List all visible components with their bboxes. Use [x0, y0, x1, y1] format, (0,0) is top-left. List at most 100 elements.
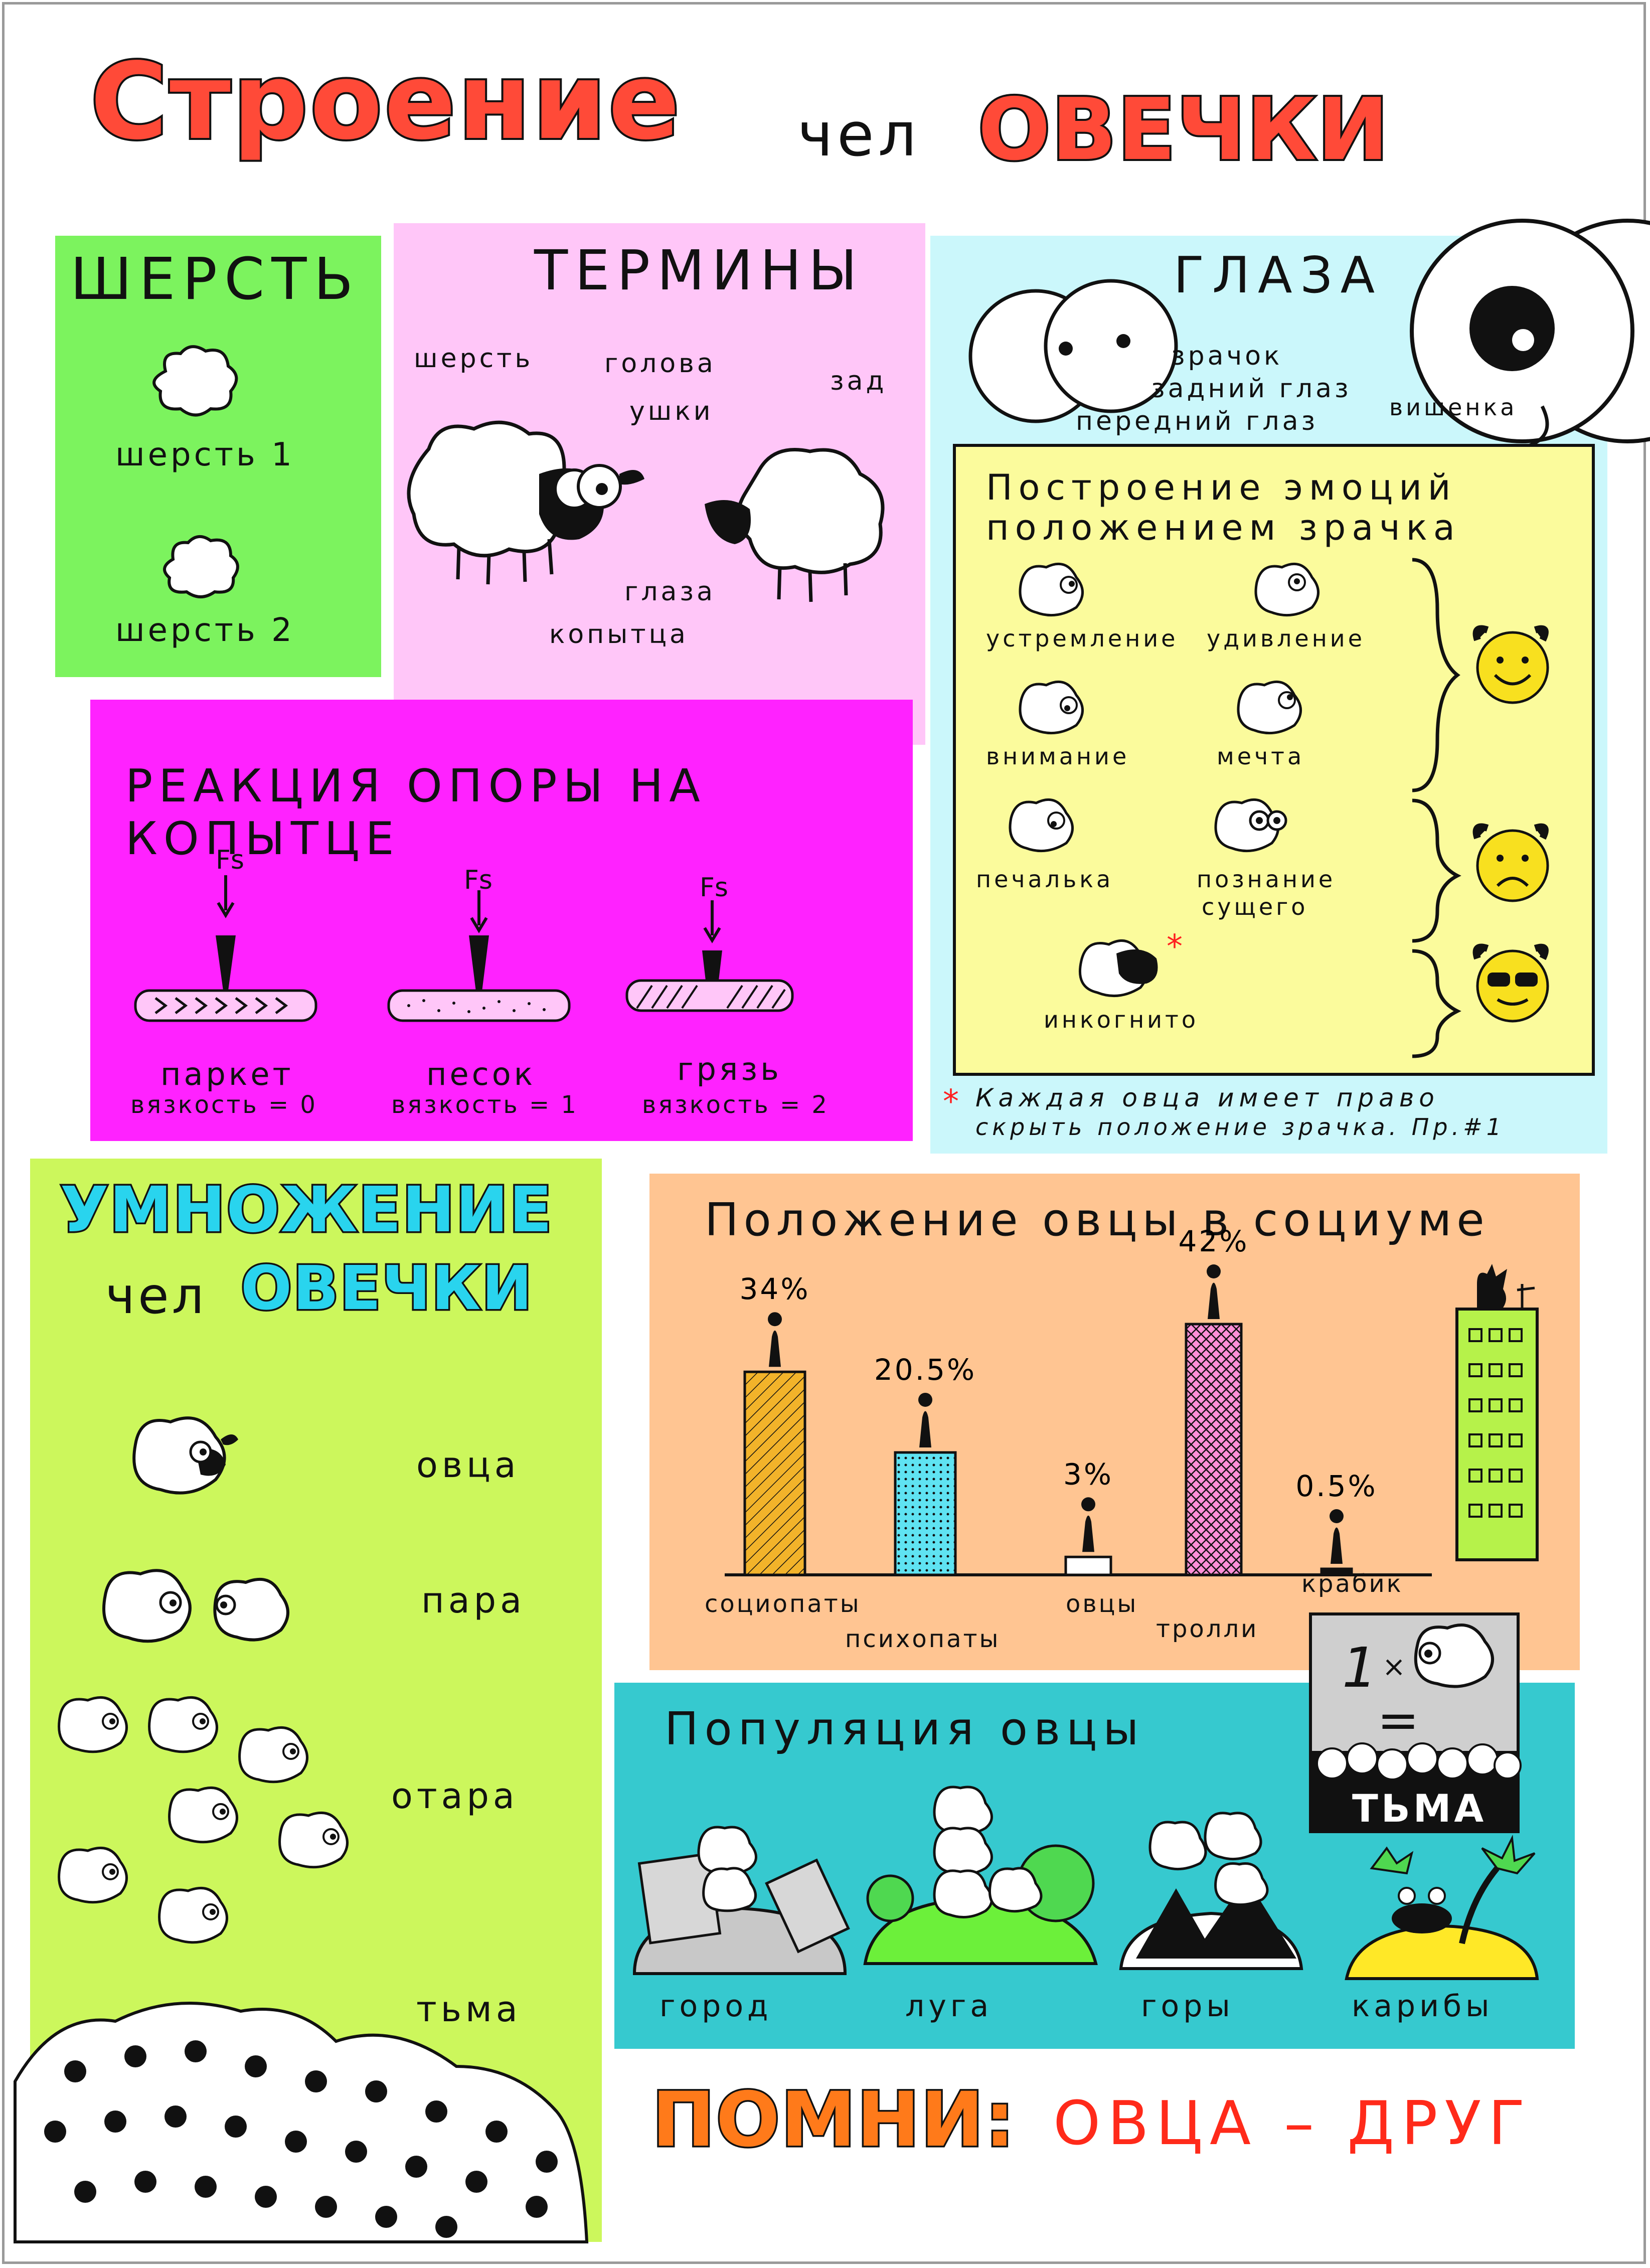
equation-times: ×: [1382, 1651, 1406, 1683]
multiply-label-3: отара: [391, 1775, 519, 1817]
emotion-label-1: устремление: [986, 625, 1179, 652]
eyes-front-label: передний глаз: [1076, 406, 1318, 436]
emotion-label-6a: познание: [1197, 866, 1336, 893]
multiply-label-1: овца: [416, 1444, 520, 1486]
social-panel: Положение овцы в социуме 34% 20.5% 3% 42% 0.…: [649, 1174, 1580, 1670]
multiply-label-4: тьма: [416, 1989, 522, 2030]
social-bar-figure-3: [1082, 1515, 1094, 1552]
emotion-sheep-1-icon: [1019, 562, 1084, 617]
equation-one: 1: [1342, 1636, 1377, 1700]
population-place-1: город: [659, 1989, 772, 2024]
bar-label-1: социопаты: [705, 1590, 861, 1618]
sheep-front-illustration: [407, 420, 644, 585]
caribbean-illustration: [1345, 1835, 1539, 1980]
cool-smiley-icon: [1472, 943, 1549, 1023]
equation-crowd-icon: [1316, 1742, 1522, 1780]
bar-label-2: психопаты: [845, 1625, 1001, 1653]
social-bar-value-2: 20.5%: [874, 1353, 976, 1387]
footer-motto: ОВЦА – ДРУГ: [1053, 2089, 1532, 2159]
social-bar-value-1: 34%: [740, 1272, 810, 1306]
emotion-label-7: инкогнито: [1044, 1006, 1199, 1033]
equation-sheep-icon: [1414, 1624, 1494, 1688]
equation-equals: =: [1377, 1691, 1419, 1749]
single-sheep-icon: [132, 1416, 238, 1495]
emotions-footnote-line2: скрыть положение зрачка. Пр.#1: [975, 1113, 1505, 1141]
equation-result: ТЬМА: [1352, 1786, 1487, 1831]
surface-viscosity-1: вязкость = 0: [130, 1091, 317, 1119]
poster: Строение чел ОВЕЧКИ ШЕРСТЬ шерсть 1 шерс…: [0, 0, 1650, 2268]
population-place-3: горы: [1141, 1989, 1234, 2024]
wool-2-icon: [163, 535, 239, 598]
emotion-label-3: внимание: [986, 743, 1130, 770]
emotion-sheep-5-icon: [1009, 798, 1074, 853]
terms-wool-label: шерсть: [414, 344, 534, 374]
emotion-sheep-4-icon: [1237, 680, 1302, 735]
social-bar-value-4: 42%: [1179, 1224, 1249, 1258]
wool-1-icon: [152, 345, 238, 417]
wool-1-label: шерсть 1: [115, 436, 295, 473]
bar-label-4: тролли: [1156, 1615, 1259, 1643]
emotion-label-6b: сущего: [1202, 893, 1308, 920]
social-bar-figure-head-5: [1330, 1509, 1344, 1523]
surface-name-1: паркет: [160, 1056, 294, 1092]
social-bar-figure-5: [1331, 1527, 1343, 1564]
emotion-sheep-2-icon: [1254, 562, 1319, 617]
main-title-part2: ОВЕЧКИ: [976, 78, 1391, 182]
happy-smiley-icon: [1472, 625, 1549, 704]
surface-parquet-illustration: [134, 875, 317, 1022]
surface-sand-illustration: [387, 890, 571, 1022]
footer-remember: ПОМНИ:: [650, 2075, 1016, 2166]
social-bar-figure-1: [769, 1330, 781, 1367]
social-bar-figure-head-3: [1081, 1497, 1095, 1512]
emotions-title-line2: положением зрачка: [986, 507, 1461, 548]
multiply-title-line1: УМНОЖЕНИЕ: [59, 1172, 554, 1248]
main-title-small: чел: [797, 100, 921, 170]
flock-sheep-icon: [50, 1690, 371, 1971]
emotions-footnote-mark: *: [943, 1083, 959, 1120]
wool-2-label: шерсть 2: [115, 612, 295, 649]
sheep-back-illustration: [705, 448, 885, 602]
emotion-incognito-mark: *: [1167, 928, 1183, 965]
bar-label-3: овцы: [1066, 1590, 1138, 1618]
social-bar-figure-4: [1208, 1282, 1220, 1319]
multiply-label-2: пара: [421, 1580, 526, 1621]
eyes-cherry-label: вишенка: [1389, 394, 1518, 421]
social-bar-figure-head-1: [768, 1312, 782, 1327]
emotions-footnote-line1: Каждая овца имеет право: [975, 1083, 1439, 1112]
equation-sign: 1 × = ТЬМА: [1309, 1612, 1522, 1833]
emotions-panel: Построение эмоций положением зрачка устр…: [953, 444, 1595, 1076]
social-bar-3: [1064, 1555, 1112, 1576]
social-bar-value-3: 3%: [1063, 1457, 1113, 1491]
terms-head-label: голова: [604, 349, 716, 379]
bar-label-5: крабик: [1301, 1570, 1403, 1598]
multiply-title-small: чел: [105, 1266, 207, 1325]
emotion-label-2: удивление: [1207, 625, 1366, 652]
social-bar-figure-head-2: [918, 1392, 932, 1407]
pair-sheep-icon: [102, 1569, 289, 1643]
surface-name-2: песок: [426, 1056, 536, 1092]
multiply-panel: УМНОЖЕНИЕ чел ОВЕЧКИ овца пара отара тьм…: [14, 1159, 602, 2243]
city-illustration: [632, 1826, 850, 1975]
emotion-sheep-3-icon: [1019, 680, 1084, 735]
surface-viscosity-3: вязкость = 2: [642, 1091, 829, 1119]
terms-back-label: зад: [830, 366, 887, 396]
social-bar-pattern-4: [1186, 1324, 1241, 1575]
eyes-pupil-label: зрачок: [1171, 341, 1283, 371]
emotion-sheep-incognito-icon: [1078, 939, 1158, 998]
population-place-4: карибы: [1352, 1989, 1494, 2024]
emotion-label-5: печалька: [976, 866, 1114, 893]
surface-name-3: грязь: [677, 1051, 782, 1087]
eyes-rear-label: задний глаз: [1151, 374, 1352, 404]
social-bar-figure-2: [919, 1411, 931, 1447]
terms-hooves-label: копытца: [549, 619, 689, 650]
surface-mud-illustration: [625, 900, 794, 1012]
mountains-illustration: [1119, 1812, 1303, 1970]
main-title-part1: Строение: [88, 38, 682, 165]
sad-smiley-icon: [1472, 823, 1549, 902]
terms-title: ТЕРМИНЫ: [534, 238, 864, 302]
wool-title: ШЕРСТЬ: [70, 246, 361, 313]
reaction-panel: РЕАКЦИЯ ОПОРЫ НА КОПЫТЦЕ Fs паркет вязко…: [90, 700, 913, 1141]
multiply-title-big: ОВЕЧКИ: [239, 1252, 534, 1326]
social-bar-figure-head-4: [1207, 1264, 1221, 1278]
population-title: Популяция овцы: [665, 1703, 1145, 1755]
